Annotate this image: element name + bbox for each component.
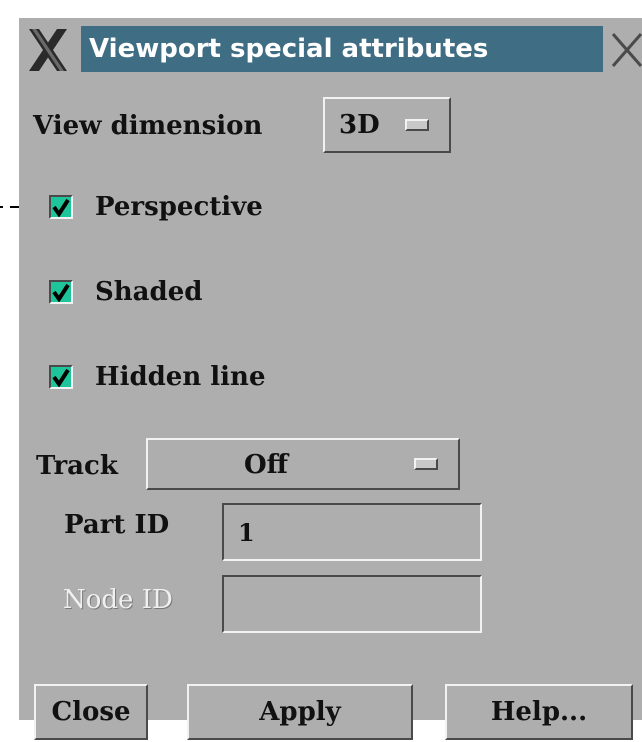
shaded-label[interactable]: Shaded — [95, 277, 202, 307]
track-value: Off — [244, 450, 288, 480]
shaded-checkbox[interactable] — [49, 280, 73, 304]
view-dimension-option-menu[interactable]: 3D — [323, 97, 451, 153]
x-window-menu-icon[interactable] — [27, 27, 69, 73]
part-id-input[interactable]: 1 — [222, 503, 482, 561]
close-button[interactable]: Close — [34, 684, 148, 740]
checkmark-icon — [52, 368, 70, 388]
track-label: Track — [36, 451, 118, 481]
node-id-label: Node ID — [63, 585, 173, 615]
title-bar: Viewport special attributes — [19, 18, 642, 82]
checkmark-icon — [52, 198, 70, 218]
perspective-label[interactable]: Perspective — [95, 192, 263, 222]
view-dimension-label: View dimension — [33, 111, 263, 141]
node-id-input — [222, 575, 482, 633]
track-option-menu[interactable]: Off — [146, 438, 460, 490]
close-window-icon[interactable] — [609, 30, 642, 70]
hidden-line-label[interactable]: Hidden line — [95, 362, 266, 392]
view-dimension-value: 3D — [339, 110, 380, 140]
help-button[interactable]: Help... — [445, 684, 633, 740]
window-title: Viewport special attributes — [81, 26, 603, 72]
hidden-line-checkbox[interactable] — [49, 365, 73, 389]
apply-button[interactable]: Apply — [187, 684, 413, 740]
perspective-checkbox[interactable] — [49, 195, 73, 219]
dialog-window: Viewport special attributes View dimensi… — [19, 18, 642, 740]
checkmark-icon — [52, 283, 70, 303]
part-id-label: Part ID — [64, 510, 170, 540]
option-menu-indicator-icon — [405, 119, 429, 131]
option-menu-indicator-icon — [414, 458, 438, 470]
